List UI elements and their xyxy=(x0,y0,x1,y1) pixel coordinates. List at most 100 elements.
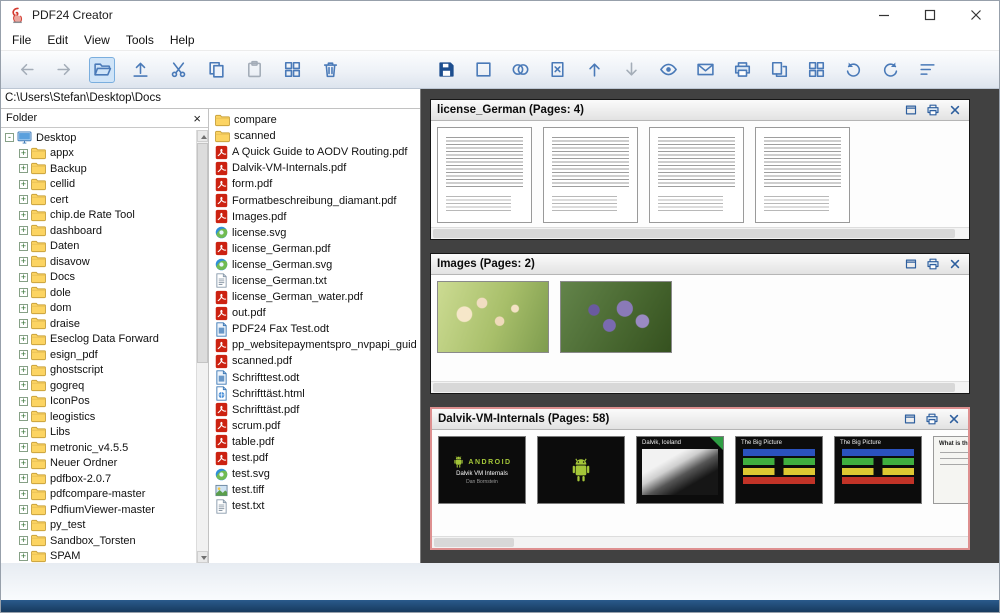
file-item-images-pdf[interactable]: Images.pdf xyxy=(209,209,420,225)
trash-button[interactable] xyxy=(317,57,343,83)
tree-expander[interactable]: + xyxy=(19,319,28,328)
upload-button[interactable] xyxy=(127,57,153,83)
arrow-right-button[interactable] xyxy=(51,57,77,83)
file-item-schrifttest-odt[interactable]: Schrifttest.odt xyxy=(209,370,420,386)
tree-expander[interactable]: + xyxy=(19,505,28,514)
tree-expander[interactable]: + xyxy=(19,195,28,204)
tree-expander[interactable]: + xyxy=(19,211,28,220)
maximize-button[interactable] xyxy=(907,1,953,29)
printer-button[interactable] xyxy=(729,57,755,83)
file-item-dalvik-vm-internals-pdf[interactable]: Dalvik-VM-Internals.pdf xyxy=(209,160,420,176)
slide-thumbnail[interactable]: ANDROIDDalvik VM InternalsDan Bornstein xyxy=(438,436,526,504)
arrow-down-button[interactable] xyxy=(618,57,644,83)
photo-thumbnail[interactable] xyxy=(560,281,672,353)
file-item-scrum-pdf[interactable]: scrum.pdf xyxy=(209,418,420,434)
tree-expander[interactable]: + xyxy=(19,242,28,251)
doc-restore-button[interactable] xyxy=(902,256,919,273)
doc-print-button[interactable] xyxy=(924,256,941,273)
file-item-license-german-pdf[interactable]: license_German.pdf xyxy=(209,241,420,257)
page-thumbnail[interactable] xyxy=(755,127,850,223)
tree-item-eseclog-data-forward[interactable]: +Eseclog Data Forward xyxy=(1,332,208,348)
tree-expander[interactable]: + xyxy=(19,459,28,468)
tree-expander[interactable]: + xyxy=(19,226,28,235)
doc-restore-button[interactable] xyxy=(902,102,919,119)
tree-item-docs[interactable]: +Docs xyxy=(1,270,208,286)
tree-expander[interactable]: + xyxy=(19,474,28,483)
photo-thumbnail[interactable] xyxy=(437,281,549,353)
menu-view[interactable]: View xyxy=(79,31,121,49)
tree-expander[interactable]: + xyxy=(19,164,28,173)
tree-item-appx[interactable]: +appx xyxy=(1,146,208,162)
horizontal-scrollbar[interactable] xyxy=(431,381,969,393)
tree-expander[interactable]: + xyxy=(19,397,28,406)
document-window-images-pages-2[interactable]: Images (Pages: 2) xyxy=(430,253,970,394)
scrollbar-thumb[interactable] xyxy=(433,229,955,238)
rotate-left-button[interactable] xyxy=(840,57,866,83)
tree-expander[interactable]: + xyxy=(19,428,28,437)
tree-expander[interactable]: + xyxy=(19,366,28,375)
tree-expander[interactable]: + xyxy=(19,335,28,344)
tree-expander[interactable]: + xyxy=(19,257,28,266)
tree-item-sandbox-torsten[interactable]: +Sandbox_Torsten xyxy=(1,533,208,549)
menu-edit[interactable]: Edit xyxy=(42,31,79,49)
tree-item-spam[interactable]: +SPAM xyxy=(1,549,208,564)
tree-item-gogreq[interactable]: +gogreq xyxy=(1,378,208,394)
tree-expander[interactable]: + xyxy=(19,381,28,390)
tree-item-metronic-v4-5-5[interactable]: +metronic_v4.5.5 xyxy=(1,440,208,456)
tree-expander[interactable]: + xyxy=(19,412,28,421)
eye-button[interactable] xyxy=(655,57,681,83)
circles-button[interactable] xyxy=(507,57,533,83)
grid-button[interactable] xyxy=(279,57,305,83)
tree-expander[interactable]: + xyxy=(19,490,28,499)
file-item-license-german-txt[interactable]: license_German.txt xyxy=(209,273,420,289)
scissors-button[interactable] xyxy=(165,57,191,83)
file-item-license-german-water-pdf[interactable]: license_German_water.pdf xyxy=(209,289,420,305)
doc-close-button[interactable] xyxy=(945,411,962,428)
tree-item-leogistics[interactable]: +leogistics xyxy=(1,409,208,425)
arrow-up-button[interactable] xyxy=(581,57,607,83)
document-window-dalvik-vm-internals-pages-58[interactable]: Dalvik-VM-Internals (Pages: 58) ANDROIDDa… xyxy=(430,407,970,550)
file-item-test-tiff[interactable]: test.tiff xyxy=(209,482,420,498)
tree-item-libs[interactable]: +Libs xyxy=(1,425,208,441)
sort-button[interactable] xyxy=(914,57,940,83)
mail-button[interactable] xyxy=(692,57,718,83)
slide-thumbnail[interactable] xyxy=(537,436,625,504)
file-item-pp-websitepaymentspro-nvpapi-guid[interactable]: pp_websitepaymentspro_nvpapi_guid xyxy=(209,337,420,353)
tree-expander[interactable]: + xyxy=(19,149,28,158)
file-item-form-pdf[interactable]: form.pdf xyxy=(209,176,420,192)
tree-expander[interactable]: + xyxy=(19,273,28,282)
file-item-test-pdf[interactable]: test.pdf xyxy=(209,450,420,466)
page-thumbnail[interactable] xyxy=(543,127,638,223)
save-button[interactable] xyxy=(433,57,459,83)
doc-print-button[interactable] xyxy=(924,102,941,119)
tree-item-esign-pdf[interactable]: +esign_pdf xyxy=(1,347,208,363)
frame-button[interactable] xyxy=(470,57,496,83)
tree-expander[interactable]: - xyxy=(5,133,14,142)
arrow-left-button[interactable] xyxy=(13,57,39,83)
menu-help[interactable]: Help xyxy=(165,31,206,49)
close-button[interactable] xyxy=(953,1,999,29)
doc-close-button[interactable] xyxy=(946,256,963,273)
pages-button[interactable] xyxy=(766,57,792,83)
tree-item-neuer-ordner[interactable]: +Neuer Ordner xyxy=(1,456,208,472)
copy-button[interactable] xyxy=(203,57,229,83)
horizontal-scrollbar[interactable] xyxy=(432,536,968,548)
tree-item-dole[interactable]: +dole xyxy=(1,285,208,301)
slide-thumbnail[interactable]: The Big Picture xyxy=(834,436,922,504)
doc-close-button[interactable] xyxy=(946,102,963,119)
document-window-license-german-pages-4[interactable]: license_German (Pages: 4) xyxy=(430,99,970,240)
tree-item-chip-de-rate-tool[interactable]: +chip.de Rate Tool xyxy=(1,208,208,224)
tree-item-dom[interactable]: +dom xyxy=(1,301,208,317)
page-thumbnail[interactable] xyxy=(649,127,744,223)
document-header[interactable]: Dalvik-VM-Internals (Pages: 58) xyxy=(432,409,968,430)
file-item-scanned[interactable]: scanned xyxy=(209,128,420,144)
tree-item-iconpos[interactable]: +IconPos xyxy=(1,394,208,410)
tree-item-py-test[interactable]: +py_test xyxy=(1,518,208,534)
folder-panel-close-button[interactable]: × xyxy=(191,112,203,125)
file-item-table-pdf[interactable]: table.pdf xyxy=(209,434,420,450)
paste-button[interactable] xyxy=(241,57,267,83)
tree-item-pdfbox-2-0-7[interactable]: +pdfbox-2.0.7 xyxy=(1,471,208,487)
tree-item-cert[interactable]: +cert xyxy=(1,192,208,208)
tree-item-pdfiumviewer-master[interactable]: +PdfiumViewer-master xyxy=(1,502,208,518)
file-item-schriftt-st-pdf[interactable]: Schrifttäst.pdf xyxy=(209,402,420,418)
